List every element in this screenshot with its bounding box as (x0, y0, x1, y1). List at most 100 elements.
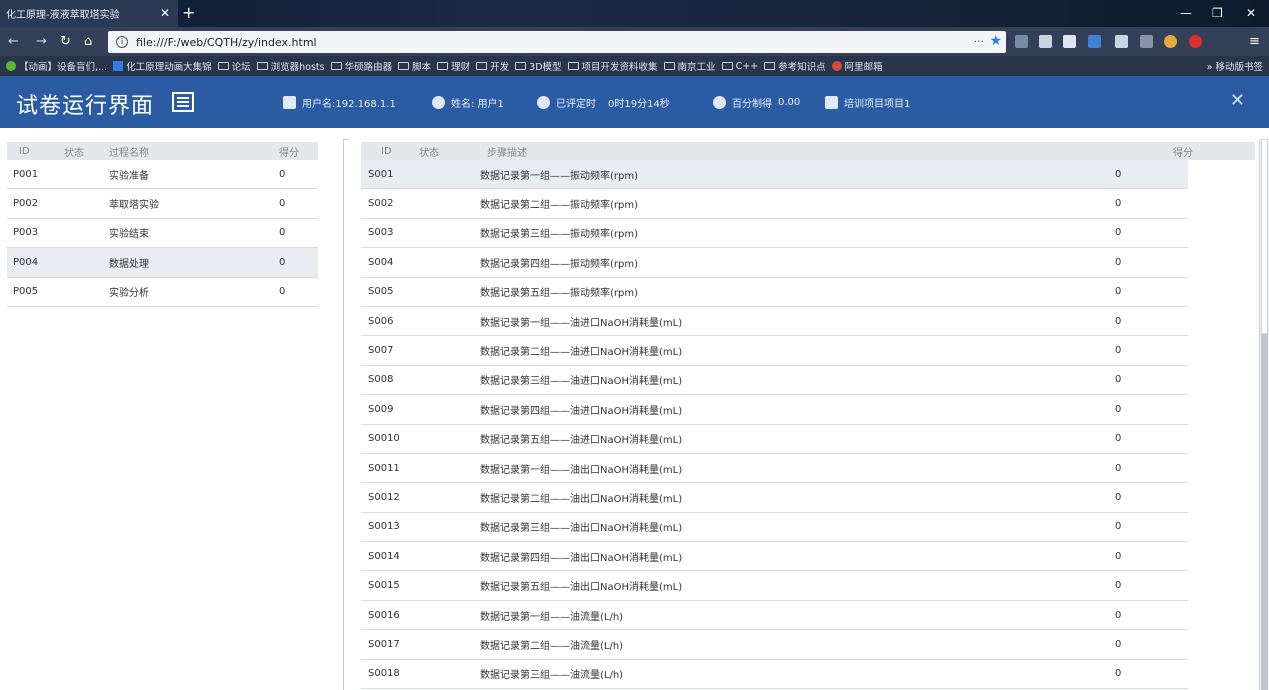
panel-divider (343, 139, 349, 690)
bookmark-folder[interactable]: 项目开发资料收集 (567, 59, 658, 73)
overflow-icon[interactable]: » (1207, 62, 1213, 73)
bookmark-folder[interactable]: 开发 (476, 59, 509, 73)
bookmark-item[interactable]: 【动画】设备盲们,... (6, 59, 107, 73)
scrollbar[interactable] (1259, 139, 1269, 690)
screenshot-icon[interactable] (1015, 35, 1028, 48)
bookmark-folder[interactable]: 论坛 (217, 59, 251, 73)
step-description: 数据记录第一组——油流量(L/h) (480, 611, 624, 623)
table-row[interactable]: S0014 数据记录第四组——油出口NaOH消耗量(mL) 0 (361, 542, 1188, 572)
bookmark-folder[interactable]: 脚本 (398, 59, 431, 73)
step-id: S001 (368, 168, 394, 180)
bookmark-folder[interactable]: 浏览器hosts (256, 59, 325, 73)
bookmark-folder[interactable]: 理财 (437, 59, 470, 73)
info-icon[interactable]: i (116, 36, 128, 48)
col-score: 得分 (1173, 147, 1193, 159)
table-row[interactable]: S008 数据记录第三组——油进口NaOH消耗量(mL) 0 (361, 366, 1188, 396)
step-score: 0 (1115, 521, 1122, 533)
score-icon (713, 96, 726, 109)
window-close-icon[interactable]: ✕ (1246, 6, 1256, 20)
step-score: 0 (1115, 462, 1122, 474)
sidebar-icon[interactable] (1063, 35, 1076, 48)
step-score: 0 (1115, 609, 1122, 621)
bookmark-folder[interactable]: C++ (721, 61, 758, 72)
col-name: 过程名称 (109, 147, 149, 159)
step-description: 数据记录第三组——油出口NaOH消耗量(mL) (480, 523, 683, 535)
bookmark-icon (113, 61, 124, 71)
adblock-icon[interactable] (1189, 35, 1202, 48)
table-row[interactable]: S0010 数据记录第五组——油进口NaOH消耗量(mL) 0 (361, 425, 1188, 454)
step-description: 数据记录第三组——振动频率(rpm) (480, 229, 639, 241)
table-row[interactable]: P001 实验准备 0 (7, 160, 318, 190)
bookmark-star-icon[interactable]: ★ (989, 33, 1002, 49)
bookmark-folder[interactable]: 3D模型 (515, 59, 562, 73)
table-row[interactable]: S009 数据记录第四组——油进口NaOH消耗量(mL) 0 (361, 395, 1188, 425)
table-row[interactable]: S0012 数据记录第二组——油出口NaOH消耗量(mL) 0 (361, 483, 1188, 513)
table-row[interactable]: S0013 数据记录第三组——油出口NaOH消耗量(mL) 0 (361, 513, 1188, 543)
step-description: 数据记录第五组——振动频率(rpm) (480, 288, 639, 300)
chart-icon (825, 96, 838, 109)
scroll-thumb[interactable] (1261, 334, 1268, 690)
table-row[interactable]: P002 萃取塔实验 0 (7, 189, 318, 219)
step-description: 数据记录第五组——油进口NaOH消耗量(mL) (480, 435, 683, 447)
bookmark-item[interactable]: 化工原理动画大集锦 (113, 59, 212, 73)
extension-icon[interactable] (1088, 35, 1101, 48)
step-score: 0 (1115, 198, 1122, 210)
table-row[interactable]: S0017 数据记录第二组——油流量(L/h) 0 (361, 630, 1188, 660)
table-row[interactable]: S002 数据记录第二组——振动频率(rpm) 0 (361, 189, 1188, 219)
table-row[interactable]: P004 数据处理 0 (7, 248, 318, 278)
table-row[interactable]: S0011 数据记录第一组——油出口NaOH消耗量(mL) 0 (361, 454, 1188, 484)
close-icon[interactable]: ✕ (1230, 90, 1245, 111)
extension-icon[interactable] (1140, 35, 1153, 48)
step-description: 数据记录第二组——油流量(L/h) (480, 640, 624, 652)
restore-icon[interactable]: ❐ (1212, 6, 1223, 20)
folder-icon (476, 62, 488, 70)
menu-icon[interactable]: ≡ (1249, 34, 1260, 49)
url-bar[interactable]: i file:///F:/web/CQTH/zy/index.html ··· … (108, 31, 1006, 53)
folder-icon (437, 62, 449, 70)
table-row[interactable]: S004 数据记录第四组——振动频率(rpm) 0 (361, 248, 1188, 278)
step-description: 数据记录第四组——振动频率(rpm) (480, 258, 639, 270)
url-text: file:///F:/web/CQTH/zy/index.html (136, 35, 317, 49)
header-name: 姓名: 用户1 (432, 95, 504, 110)
table-row[interactable]: S0018 数据记录第三组——油流量(L/h) 0 (361, 660, 1188, 690)
bookmark-folder[interactable]: 参考知识点 (764, 59, 826, 73)
bookmark-folder[interactable]: 华硕路由器 (330, 59, 392, 73)
mobile-bookmarks[interactable]: » 移动版书签 (1207, 59, 1263, 73)
folder-icon (764, 62, 776, 70)
step-id: S0017 (368, 638, 400, 650)
table-row[interactable]: S005 数据记录第五组——振动频率(rpm) 0 (361, 278, 1188, 307)
back-icon[interactable]: ← (8, 34, 19, 49)
bookmark-folder[interactable]: 南京工业 (663, 59, 716, 73)
step-score: 0 (1115, 580, 1122, 592)
step-score: 0 (1115, 403, 1122, 415)
folder-icon (515, 62, 527, 70)
minimize-icon[interactable]: — (1180, 6, 1192, 20)
table-row[interactable]: S0016 数据记录第一组——油流量(L/h) 0 (361, 601, 1188, 631)
table-row[interactable]: S001 数据记录第一组——振动频率(rpm) 0 (361, 160, 1188, 190)
mail-icon (831, 61, 842, 71)
step-id: S0011 (368, 462, 400, 474)
new-tab-button[interactable]: + (182, 3, 195, 22)
extension-icon[interactable] (1164, 35, 1177, 48)
table-row[interactable]: S007 数据记录第二组——油进口NaOH消耗量(mL) 0 (361, 336, 1188, 366)
reload-icon[interactable]: ↻ (60, 34, 71, 49)
library-icon[interactable] (1039, 35, 1052, 48)
header-time: 已评定时 0时19分14秒 (537, 95, 670, 110)
page-actions-icon[interactable]: ··· (974, 35, 985, 48)
mail-icon[interactable] (1115, 35, 1128, 48)
table-header: ID 状态 步骤描述 得分 (361, 142, 1255, 160)
home-icon[interactable]: ⌂ (84, 34, 92, 49)
header-user: 用户名:192.168.1.1 (283, 95, 396, 110)
table-row[interactable]: S003 数据记录第三组——振动频率(rpm) 0 (361, 219, 1188, 249)
table-row[interactable]: S006 数据记录第一组——油进口NaOH消耗量(mL) 0 (361, 307, 1188, 337)
step-id: S003 (368, 227, 394, 239)
browser-tab[interactable]: 化工原理-液液萃取塔实验 ✕ (0, 0, 178, 27)
table-row[interactable]: P005 实验分析 0 (7, 278, 318, 307)
forward-icon[interactable]: → (36, 34, 47, 49)
ip-icon (283, 96, 296, 109)
header-project: 培训项目项目1 (825, 95, 910, 110)
table-row[interactable]: P003 实验结束 0 (7, 219, 318, 249)
tab-close-icon[interactable]: ✕ (160, 6, 170, 20)
table-row[interactable]: S0015 数据记录第五组——油出口NaOH消耗量(mL) 0 (361, 571, 1188, 601)
bookmark-item[interactable]: 阿里邮箱 (831, 59, 883, 73)
